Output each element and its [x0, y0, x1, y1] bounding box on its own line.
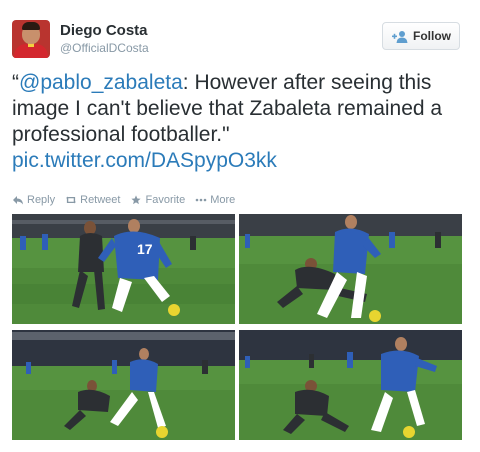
retweet-label: Retweet — [80, 194, 121, 206]
match-photo-4[interactable] — [239, 330, 462, 440]
follow-button[interactable]: Follow — [382, 22, 460, 50]
more-icon — [195, 198, 207, 202]
match-photo-2[interactable] — [239, 214, 462, 324]
more-action[interactable]: More — [195, 194, 235, 206]
avatar[interactable] — [12, 20, 50, 58]
match-photo-1-image: 17 — [12, 214, 235, 324]
media-grid: 17 — [12, 214, 462, 440]
match-photo-3[interactable] — [12, 330, 235, 440]
favorite-action[interactable]: Favorite — [130, 194, 185, 206]
reply-icon — [13, 196, 23, 205]
match-photo-4-image — [239, 330, 462, 440]
open-quote: “ — [12, 71, 19, 94]
match-photo-2-image — [239, 214, 462, 324]
pic-link[interactable]: pic.twitter.com/DASpypO3kk — [12, 149, 277, 172]
retweet-icon — [65, 196, 77, 204]
user-name[interactable]: Diego Costa — [60, 22, 148, 39]
mention-link[interactable]: @pablo_zabaleta — [19, 71, 183, 94]
reply-label: Reply — [27, 194, 56, 206]
match-photo-1[interactable]: 17 — [12, 214, 235, 324]
favorite-label: Favorite — [145, 194, 186, 206]
match-photo-3-image — [12, 330, 235, 440]
avatar-hair — [22, 22, 40, 30]
user-handle[interactable]: @OfficialDCosta — [60, 41, 149, 55]
follow-button-label: Follow — [413, 29, 451, 43]
tweet-text: “@pablo_zabaleta: However after seeing t… — [12, 70, 468, 174]
tweet-actions: Reply Retweet Favorite More — [12, 192, 245, 208]
reply-action[interactable]: Reply — [12, 194, 55, 206]
star-icon — [131, 195, 142, 205]
jersey-number: 17 — [137, 241, 153, 257]
tweet-card: Diego Costa @OfficialDCosta Follow “@pab… — [0, 0, 480, 452]
more-label: More — [210, 194, 236, 206]
follow-person-icon — [392, 30, 408, 43]
retweet-action[interactable]: Retweet — [65, 194, 120, 206]
